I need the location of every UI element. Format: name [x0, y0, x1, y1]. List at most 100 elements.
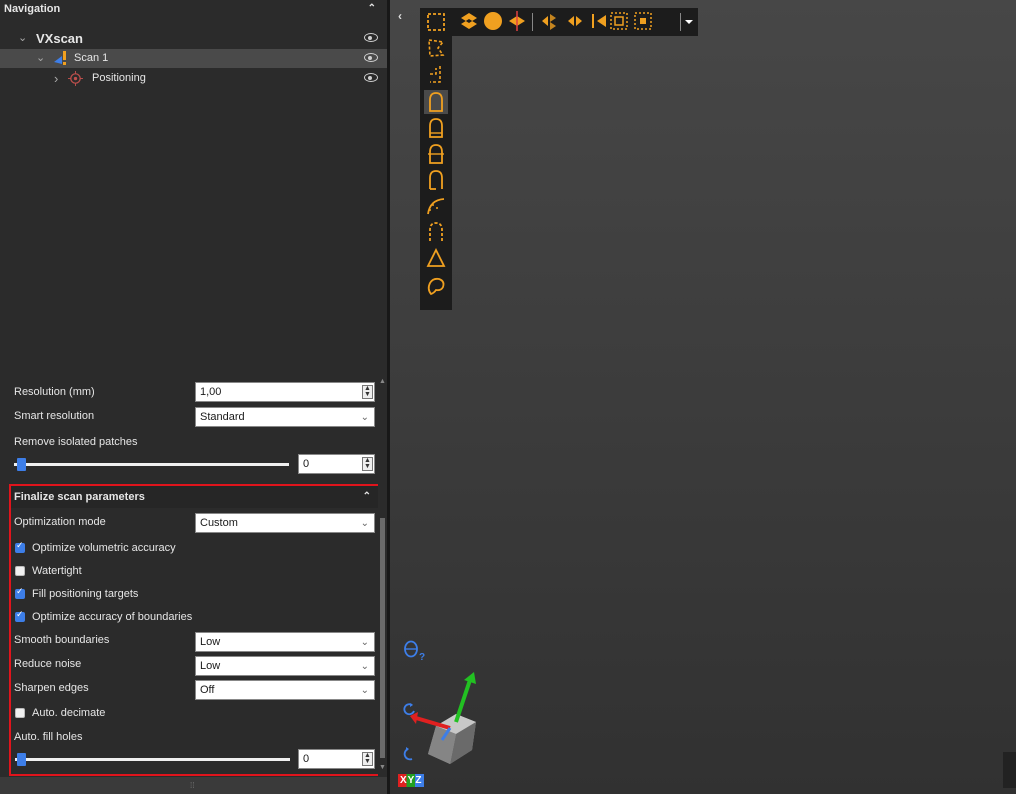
curvature-select-icon[interactable]: [424, 194, 448, 218]
checkbox-unchecked-icon[interactable]: [15, 566, 25, 576]
auto-fill-holes-label: Auto. fill holes: [14, 731, 83, 743]
eye-icon[interactable]: [364, 73, 378, 82]
toolbar-separator: [680, 13, 681, 31]
expand-chevron-icon[interactable]: ›: [54, 69, 58, 88]
surface-select-border-icon[interactable]: [424, 142, 448, 166]
reduce-noise-dropdown[interactable]: Low ⌄: [195, 656, 375, 676]
spinner-icon[interactable]: ▲ ▼: [362, 752, 373, 766]
checkbox-label: Optimize volumetric accuracy: [32, 542, 176, 554]
triangle-select-icon[interactable]: [424, 246, 448, 270]
scrollbar-thumb[interactable]: [380, 518, 385, 758]
toolbar-separator: [532, 13, 533, 31]
resolution-input[interactable]: 1,00 ▲ ▼: [195, 382, 375, 402]
lasso-select-icon[interactable]: [424, 36, 448, 60]
resolution-label: Resolution (mm): [14, 386, 95, 398]
finalize-header[interactable]: Finalize scan parameters ⌃: [11, 486, 387, 508]
chevron-down-icon: ⌄: [360, 661, 369, 672]
grow-selection-icon[interactable]: [564, 10, 586, 32]
reduce-noise-value: Low: [200, 660, 221, 672]
smooth-boundaries-dropdown[interactable]: Low ⌄: [195, 632, 375, 652]
tree-item-scan-1[interactable]: ⌄ Scan 1: [0, 49, 388, 68]
left-panel: Navigation ⌃ ⌄ VXscan ⌄ Scan 1 › Positio…: [0, 0, 390, 794]
chevron-down-icon: ⌄: [360, 518, 369, 529]
collapse-caret-icon[interactable]: ⌃: [363, 486, 371, 508]
expand-chevron-icon[interactable]: ⌄: [36, 49, 45, 68]
xyz-axis-label[interactable]: XYZ: [398, 774, 425, 787]
resolution-value: 1,00: [200, 386, 222, 398]
spinner-icon[interactable]: ▲ ▼: [362, 385, 373, 399]
smart-resolution-value: Standard: [200, 411, 245, 423]
auto-fill-holes-slider[interactable]: [15, 758, 290, 761]
surface-select-half-icon[interactable]: [424, 168, 448, 192]
remove-patches-input[interactable]: 0 ▲ ▼: [298, 454, 375, 474]
navigation-title: Navigation: [4, 3, 61, 15]
collapse-panel-icon[interactable]: ‹: [398, 9, 402, 23]
select-all-icon[interactable]: [458, 10, 480, 32]
axis-cube-icon[interactable]: [410, 670, 490, 766]
expand-chevron-icon[interactable]: ⌄: [18, 29, 27, 48]
remove-patches-slider[interactable]: [14, 463, 289, 466]
chevron-down-icon: ⌄: [360, 685, 369, 696]
remove-patches-slider-thumb[interactable]: [17, 458, 26, 471]
side-panel-tab[interactable]: [1003, 752, 1016, 788]
navigation-tree: ⌄ VXscan ⌄ Scan 1 › Positioning: [0, 20, 388, 375]
optimization-mode-value: Custom: [200, 517, 238, 529]
checkbox-label: Optimize accuracy of boundaries: [32, 611, 193, 623]
finalize-title: Finalize scan parameters: [14, 491, 145, 503]
auto-fill-holes-slider-thumb[interactable]: [17, 753, 26, 766]
scan-warning-icon: [52, 50, 68, 66]
chevron-down-icon: ⌄: [360, 412, 369, 423]
rectangle-select-icon[interactable]: [424, 10, 448, 34]
freehand-select-icon[interactable]: [424, 62, 448, 86]
checkbox-checked-icon[interactable]: [15, 540, 25, 553]
checkbox-label: Auto. decimate: [32, 707, 106, 719]
scroll-up-icon[interactable]: ▲: [379, 378, 386, 385]
navigation-header[interactable]: Navigation ⌃: [0, 0, 388, 20]
selection-actions-toolbar: [452, 8, 698, 36]
panel-resize-strip[interactable]: ⁞⁞: [0, 777, 388, 794]
auto-fill-holes-input[interactable]: 0 ▲ ▼: [298, 749, 375, 769]
tree-item-label: Positioning: [92, 72, 146, 84]
expand-selection-box-icon[interactable]: [608, 10, 630, 32]
tree-item-label: Scan 1: [74, 52, 109, 64]
eye-icon[interactable]: [364, 53, 378, 62]
tree-item-vxscan[interactable]: ⌄ VXscan: [0, 29, 388, 48]
tree-item-label: VXscan: [36, 31, 83, 46]
dashed-surface-select-icon[interactable]: [424, 220, 448, 244]
optimization-mode-label: Optimization mode: [14, 516, 106, 528]
shrink-selection-icon[interactable]: [538, 10, 560, 32]
smart-resolution-label: Smart resolution: [14, 410, 95, 422]
eye-icon[interactable]: [364, 33, 378, 42]
smooth-boundaries-label: Smooth boundaries: [14, 634, 110, 646]
invert-left-icon[interactable]: [588, 10, 610, 32]
patch-select-icon[interactable]: [424, 274, 448, 298]
orientation-gizmo: ? XYZ: [396, 636, 496, 792]
scan-parameters: Resolution (mm) 1,00 ▲ ▼ Smart resolution…: [8, 378, 378, 478]
collapse-caret-icon[interactable]: ⌃: [368, 0, 376, 18]
sharpen-edges-value: Off: [200, 684, 215, 696]
spinner-icon[interactable]: ▲ ▼: [362, 457, 373, 471]
chevron-down-icon: ⌄: [360, 637, 369, 648]
resize-grip-icon[interactable]: ⁞⁞: [190, 781, 198, 790]
tree-item-positioning[interactable]: › Positioning: [0, 69, 388, 88]
toolbar-more-icon[interactable]: [682, 10, 696, 32]
surface-select-add-icon[interactable]: [424, 116, 448, 140]
auto-fill-holes-value: 0: [303, 753, 310, 765]
checkbox-label: Watertight: [32, 565, 82, 577]
scroll-down-icon[interactable]: ▼: [379, 764, 386, 771]
optimization-mode-dropdown[interactable]: Custom ⌄: [195, 513, 375, 533]
reduce-noise-label: Reduce noise: [14, 658, 82, 670]
checkbox-checked-icon[interactable]: [15, 586, 25, 599]
surface-select-icon[interactable]: [424, 90, 448, 114]
select-sphere-icon[interactable]: [482, 10, 504, 32]
select-plane-icon[interactable]: [506, 10, 528, 32]
smart-resolution-dropdown[interactable]: Standard ⌄: [195, 407, 375, 427]
remove-patches-value: 0: [303, 458, 310, 470]
sharpen-edges-label: Sharpen edges: [14, 682, 89, 694]
sharpen-edges-dropdown[interactable]: Off ⌄: [195, 680, 375, 700]
selection-toolbar: [420, 8, 452, 310]
shrink-selection-box-icon[interactable]: [632, 10, 654, 32]
checkbox-unchecked-icon[interactable]: [15, 708, 25, 718]
mouse-help-question: ?: [419, 652, 426, 663]
checkbox-checked-icon[interactable]: [15, 609, 25, 622]
